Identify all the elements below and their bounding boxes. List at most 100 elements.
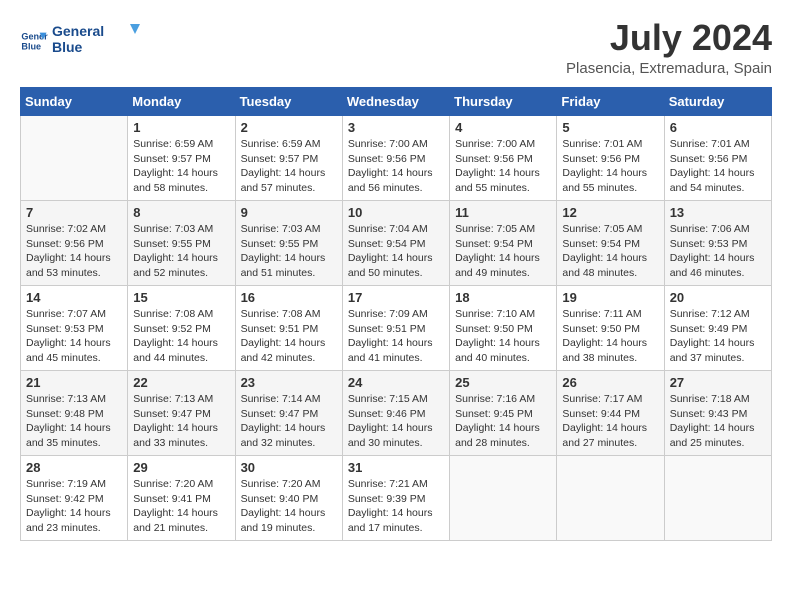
calendar-cell: 17 Sunrise: 7:09 AMSunset: 9:51 PMDayligh… [342,286,449,371]
calendar-cell: 27Sunrise: 7:18 AMSunset: 9:43 PMDayligh… [664,371,771,456]
calendar-cell: 14Sunrise: 7:07 AMSunset: 9:53 PMDayligh… [21,286,128,371]
day-number: 5 [562,120,658,135]
cell-info: Sunrise: 7:00 AMSunset: 9:56 PMDaylight:… [455,137,551,196]
cell-info: Sunrise: 6:59 AMSunset: 9:57 PMDaylight:… [241,137,337,196]
day-number: 20 [670,290,766,305]
header-day-thursday: Thursday [450,88,557,116]
cell-info: Sunrise: 7:20 AMSunset: 9:41 PMDaylight:… [133,477,229,536]
cell-info: Sunrise: 7:18 AMSunset: 9:43 PMDaylight:… [670,392,766,451]
calendar-cell: 8 Sunrise: 7:03 AMSunset: 9:55 PMDaylight… [128,201,235,286]
day-number: 10 [348,205,444,220]
cell-info: Sunrise: 7:05 AMSunset: 9:54 PMDaylight:… [562,222,658,281]
header-day-wednesday: Wednesday [342,88,449,116]
calendar-cell: 31Sunrise: 7:21 AMSunset: 9:39 PMDayligh… [342,456,449,541]
day-number: 21 [26,375,122,390]
calendar-cell: 10Sunrise: 7:04 AMSunset: 9:54 PMDayligh… [342,201,449,286]
svg-text:General: General [52,23,104,39]
day-number: 17 [348,290,444,305]
calendar-cell: 4 Sunrise: 7:00 AMSunset: 9:56 PMDaylight… [450,116,557,201]
calendar-cell: 29 Sunrise: 7:20 AMSunset: 9:41 PMDayligh… [128,456,235,541]
cell-info: Sunrise: 7:13 AMSunset: 9:48 PMDaylight:… [26,392,122,451]
svg-text:Blue: Blue [52,39,83,55]
cell-info: Sunrise: 7:15 AMSunset: 9:46 PMDaylight:… [348,392,444,451]
calendar-cell: 20 Sunrise: 7:12 AMSunset: 9:49 PMDayligh… [664,286,771,371]
day-number: 23 [241,375,337,390]
logo-icon: General Blue [20,27,48,55]
week-row-5: 28 Sunrise: 7:19 AMSunset: 9:42 PMDayligh… [21,456,772,541]
day-number: 11 [455,205,551,220]
day-number: 16 [241,290,337,305]
week-row-3: 14Sunrise: 7:07 AMSunset: 9:53 PMDayligh… [21,286,772,371]
day-number: 2 [241,120,337,135]
calendar-cell [664,456,771,541]
calendar-cell: 3Sunrise: 7:00 AMSunset: 9:56 PMDaylight… [342,116,449,201]
day-number: 4 [455,120,551,135]
day-number: 31 [348,460,444,475]
calendar-cell: 6 Sunrise: 7:01 AMSunset: 9:56 PMDaylight… [664,116,771,201]
calendar-cell: 2 Sunrise: 6:59 AMSunset: 9:57 PMDaylight… [235,116,342,201]
cell-info: Sunrise: 7:03 AMSunset: 9:55 PMDaylight:… [241,222,337,281]
day-number: 28 [26,460,122,475]
header-day-tuesday: Tuesday [235,88,342,116]
week-row-2: 7Sunrise: 7:02 AMSunset: 9:56 PMDaylight… [21,201,772,286]
day-number: 8 [133,205,229,220]
cell-info: Sunrise: 7:17 AMSunset: 9:44 PMDaylight:… [562,392,658,451]
cell-info: Sunrise: 7:14 AMSunset: 9:47 PMDaylight:… [241,392,337,451]
logo: General Blue General Blue [20,20,142,63]
svg-text:Blue: Blue [21,42,41,52]
calendar-cell: 11 Sunrise: 7:05 AMSunset: 9:54 PMDayligh… [450,201,557,286]
day-number: 29 [133,460,229,475]
calendar-cell: 5Sunrise: 7:01 AMSunset: 9:56 PMDaylight… [557,116,664,201]
cell-info: Sunrise: 7:12 AMSunset: 9:49 PMDaylight:… [670,307,766,366]
cell-info: Sunrise: 7:20 AMSunset: 9:40 PMDaylight:… [241,477,337,536]
header-day-friday: Friday [557,88,664,116]
calendar-cell: 28 Sunrise: 7:19 AMSunset: 9:42 PMDayligh… [21,456,128,541]
header-day-sunday: Sunday [21,88,128,116]
day-number: 12 [562,205,658,220]
header-day-saturday: Saturday [664,88,771,116]
calendar-cell: 21 Sunrise: 7:13 AMSunset: 9:48 PMDayligh… [21,371,128,456]
day-number: 24 [348,375,444,390]
calendar-cell [557,456,664,541]
calendar-cell [21,116,128,201]
calendar-cell: 26 Sunrise: 7:17 AMSunset: 9:44 PMDayligh… [557,371,664,456]
calendar-cell: 12 Sunrise: 7:05 AMSunset: 9:54 PMDayligh… [557,201,664,286]
cell-info: Sunrise: 7:08 AMSunset: 9:52 PMDaylight:… [133,307,229,366]
day-number: 26 [562,375,658,390]
day-number: 7 [26,205,122,220]
cell-info: Sunrise: 7:00 AMSunset: 9:56 PMDaylight:… [348,137,444,196]
cell-info: Sunrise: 7:09 AMSunset: 9:51 PMDaylight:… [348,307,444,366]
calendar-cell: 23 Sunrise: 7:14 AMSunset: 9:47 PMDayligh… [235,371,342,456]
location-subtitle: Plasencia, Extremadura, Spain [566,60,772,77]
calendar-cell: 7Sunrise: 7:02 AMSunset: 9:56 PMDaylight… [21,201,128,286]
cell-info: Sunrise: 7:03 AMSunset: 9:55 PMDaylight:… [133,222,229,281]
cell-info: Sunrise: 7:19 AMSunset: 9:42 PMDaylight:… [26,477,122,536]
cell-info: Sunrise: 6:59 AMSunset: 9:57 PMDaylight:… [133,137,229,196]
calendar-cell [450,456,557,541]
cell-info: Sunrise: 7:01 AMSunset: 9:56 PMDaylight:… [670,137,766,196]
day-number: 9 [241,205,337,220]
cell-info: Sunrise: 7:13 AMSunset: 9:47 PMDaylight:… [133,392,229,451]
calendar-cell: 30 Sunrise: 7:20 AMSunset: 9:40 PMDayligh… [235,456,342,541]
day-number: 15 [133,290,229,305]
calendar-cell: 22Sunrise: 7:13 AMSunset: 9:47 PMDayligh… [128,371,235,456]
day-number: 13 [670,205,766,220]
header-row: SundayMondayTuesdayWednesdayThursdayFrid… [21,88,772,116]
cell-info: Sunrise: 7:11 AMSunset: 9:50 PMDaylight:… [562,307,658,366]
day-number: 14 [26,290,122,305]
month-title: July 2024 [566,20,772,56]
page-header: General Blue General Blue July 2024 Plas… [20,20,772,77]
cell-info: Sunrise: 7:08 AMSunset: 9:51 PMDaylight:… [241,307,337,366]
cell-info: Sunrise: 7:10 AMSunset: 9:50 PMDaylight:… [455,307,551,366]
day-number: 6 [670,120,766,135]
cell-info: Sunrise: 7:06 AMSunset: 9:53 PMDaylight:… [670,222,766,281]
day-number: 30 [241,460,337,475]
title-block: July 2024 Plasencia, Extremadura, Spain [566,20,772,77]
day-number: 1 [133,120,229,135]
cell-info: Sunrise: 7:05 AMSunset: 9:54 PMDaylight:… [455,222,551,281]
calendar-cell: 24 Sunrise: 7:15 AMSunset: 9:46 PMDayligh… [342,371,449,456]
calendar-cell: 9 Sunrise: 7:03 AMSunset: 9:55 PMDaylight… [235,201,342,286]
day-number: 18 [455,290,551,305]
calendar-cell: 18 Sunrise: 7:10 AMSunset: 9:50 PMDayligh… [450,286,557,371]
calendar-cell: 15 Sunrise: 7:08 AMSunset: 9:52 PMDayligh… [128,286,235,371]
